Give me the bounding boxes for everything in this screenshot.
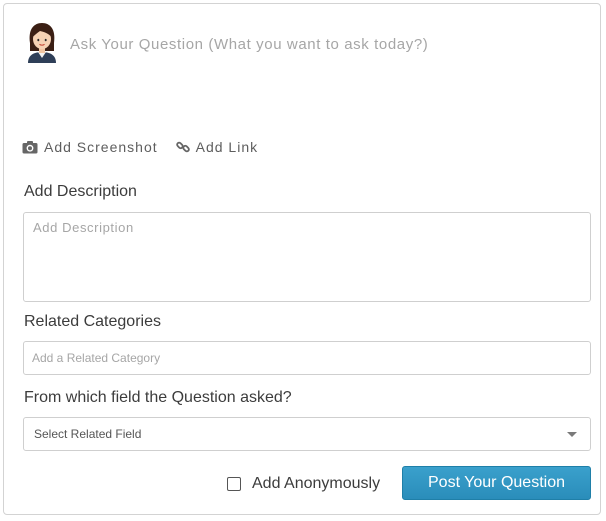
- link-icon: [175, 141, 190, 153]
- description-textarea[interactable]: [23, 212, 591, 302]
- post-question-button[interactable]: Post Your Question: [402, 466, 591, 500]
- ask-question-card: Add Screenshot Add Link Add Description …: [3, 3, 601, 515]
- question-input[interactable]: [70, 31, 580, 57]
- camera-icon: [22, 141, 38, 154]
- category-input[interactable]: [23, 341, 591, 375]
- attachment-actions: Add Screenshot Add Link: [22, 137, 258, 157]
- categories-heading: Related Categories: [24, 313, 161, 330]
- chevron-down-icon: [567, 432, 577, 437]
- user-avatar-icon: [28, 23, 56, 63]
- field-heading: From which field the Question asked?: [24, 389, 292, 406]
- anonymous-toggle[interactable]: Add Anonymously: [227, 475, 380, 493]
- add-link-label: Add Link: [195, 139, 259, 155]
- anonymous-checkbox[interactable]: [227, 477, 241, 491]
- related-field-select[interactable]: Select Related Field: [23, 417, 591, 451]
- select-value: Select Related Field: [34, 427, 142, 441]
- add-screenshot-button[interactable]: Add Screenshot: [22, 139, 158, 155]
- add-screenshot-label: Add Screenshot: [44, 139, 158, 155]
- description-heading: Add Description: [24, 183, 137, 200]
- add-link-button[interactable]: Add Link: [175, 139, 259, 155]
- anonymous-label: Add Anonymously: [252, 475, 381, 492]
